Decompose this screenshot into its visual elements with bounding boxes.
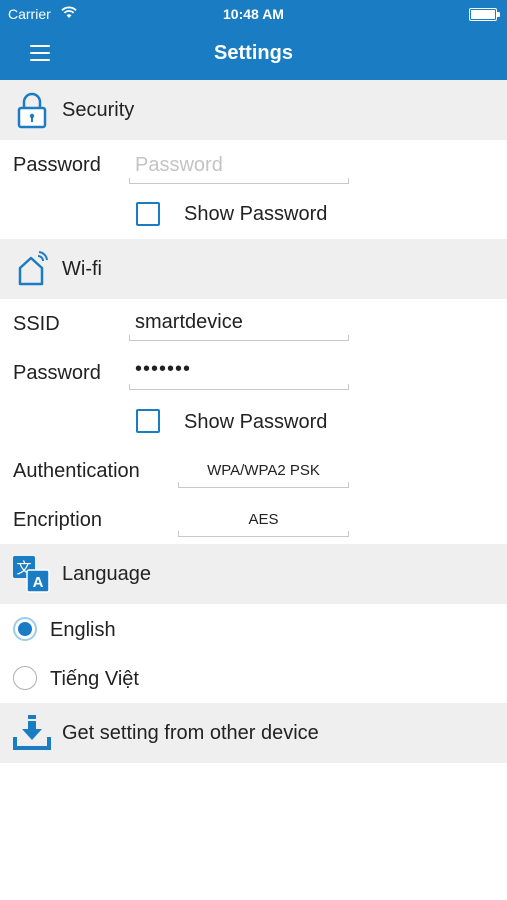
download-icon — [13, 715, 51, 750]
wifi-show-password-checkbox[interactable] — [136, 409, 160, 433]
language-option-vietnamese-label: Tiếng Việt — [50, 668, 139, 690]
clock: 10:48 AM — [223, 6, 284, 22]
svg-text:A: A — [33, 574, 44, 591]
encryption-label: Encription — [13, 509, 102, 531]
smart-home-wifi-icon — [18, 251, 48, 286]
security-show-password-checkbox[interactable] — [136, 202, 160, 226]
battery-icon — [469, 8, 500, 21]
authentication-select[interactable]: WPA/WPA2 PSK — [178, 454, 349, 488]
security-password-label: Password — [13, 154, 101, 176]
authentication-label: Authentication — [13, 460, 140, 482]
wifi-section-header: Wi-fi — [0, 239, 507, 299]
wifi-password-label: Password — [13, 362, 101, 384]
navigation-bar: Settings — [0, 28, 507, 80]
get-setting-button[interactable]: Get setting from other device — [0, 703, 507, 763]
ssid-label: SSID — [13, 313, 60, 335]
language-header-label: Language — [62, 563, 151, 585]
wifi-header-label: Wi-fi — [62, 258, 102, 280]
page-title: Settings — [214, 42, 293, 64]
translate-icon: 文 A — [13, 556, 50, 593]
language-radio-vietnamese[interactable] — [13, 666, 37, 690]
security-password-input[interactable] — [129, 150, 349, 180]
security-password-field[interactable] — [129, 150, 349, 184]
language-radio-english[interactable] — [13, 617, 37, 641]
wifi-show-password-label: Show Password — [184, 411, 328, 433]
security-show-password-label: Show Password — [184, 203, 328, 225]
lock-icon — [17, 92, 47, 129]
status-bar: Carrier 10:48 AM — [0, 0, 507, 28]
get-setting-label: Get setting from other device — [62, 722, 319, 744]
ssid-input[interactable] — [129, 307, 349, 337]
security-header-label: Security — [62, 99, 135, 121]
wifi-password-field[interactable]: ••••••• — [129, 356, 349, 390]
encryption-select[interactable]: AES — [178, 503, 349, 537]
language-section-header: 文 A Language — [0, 544, 507, 604]
security-section-header: Security — [0, 80, 507, 140]
authentication-value: WPA/WPA2 PSK — [207, 462, 320, 479]
language-option-english-label: English — [50, 619, 116, 641]
wifi-password-masked-value: ••••••• — [135, 358, 192, 380]
encryption-value: AES — [248, 511, 279, 528]
ssid-field[interactable] — [129, 307, 349, 341]
